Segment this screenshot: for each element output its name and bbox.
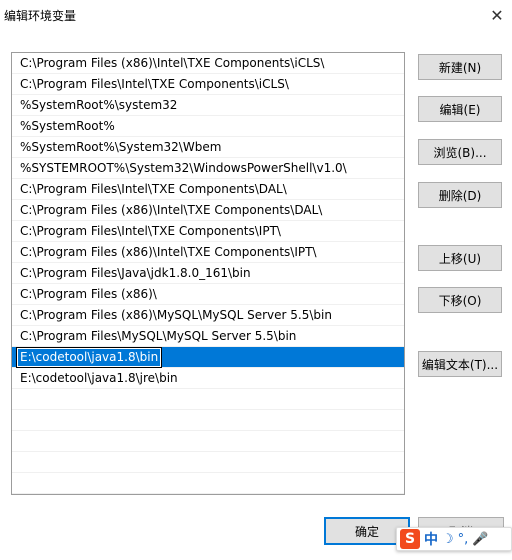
path-list-item[interactable]: E:\codetool\java1.8\jre\bin [12,368,404,389]
path-list-item[interactable]: C:\Program Files\MySQL\MySQL Server 5.5\… [12,326,404,347]
path-list-item[interactable]: %SystemRoot%\System32\Wbem [12,137,404,158]
path-text: C:\Program Files\Intel\TXE Components\DA… [20,182,287,196]
path-list-item[interactable]: C:\Program Files (x86)\MySQL\MySQL Serve… [12,305,404,326]
path-list-item[interactable]: %SYSTEMROOT%\System32\WindowsPowerShell\… [12,158,404,179]
empty-list-row [12,410,404,431]
path-list[interactable]: C:\Program Files (x86)\Intel\TXE Compone… [11,52,405,495]
path-list-item[interactable]: %SystemRoot%\system32 [12,95,404,116]
path-list-item[interactable]: C:\Program Files\Java\jdk1.8.0_161\bin [12,263,404,284]
browse-button[interactable]: 浏览(B)... [418,139,502,165]
path-text: C:\Program Files (x86)\Intel\TXE Compone… [20,245,317,259]
path-text: %SystemRoot%\system32 [20,98,178,112]
microphone-icon[interactable]: 🎤 [472,532,488,547]
new-button[interactable]: 新建(N) [418,54,502,80]
path-list-item-selected[interactable]: E:\codetool\java1.8\bin [12,347,404,368]
path-text: C:\Program Files (x86)\Intel\TXE Compone… [20,203,323,217]
path-list-item[interactable]: C:\Program Files (x86)\Intel\TXE Compone… [12,200,404,221]
path-text: C:\Program Files\Java\jdk1.8.0_161\bin [20,266,251,280]
path-list-item[interactable]: C:\Program Files (x86)\Intel\TXE Compone… [12,242,404,263]
punctuation-icon[interactable]: °, [458,532,469,547]
path-edit-field[interactable]: E:\codetool\java1.8\bin [15,347,163,368]
path-list-item[interactable]: C:\Program Files (x86)\Intel\TXE Compone… [12,53,404,74]
path-list-item[interactable]: C:\Program Files\Intel\TXE Components\DA… [12,179,404,200]
empty-list-row [12,431,404,452]
window-title: 编辑环境变量 [4,9,77,23]
empty-list-row [12,473,404,494]
close-button[interactable]: ✕ [482,0,512,30]
path-text: %SystemRoot% [20,119,115,133]
path-list-item[interactable]: %SystemRoot% [12,116,404,137]
path-text: %SYSTEMROOT%\System32\WindowsPowerShell\… [20,161,347,175]
path-list-item[interactable]: C:\Program Files\Intel\TXE Components\IP… [12,221,404,242]
path-text: C:\Program Files\Intel\TXE Components\IP… [20,224,281,238]
path-text: C:\Program Files (x86)\MySQL\MySQL Serve… [20,308,332,322]
edit-text-button[interactable]: 编辑文本(T)... [418,351,502,377]
title-bar: 编辑环境变量 ✕ [0,0,512,30]
path-list-item[interactable]: C:\Program Files (x86)\ [12,284,404,305]
move-up-button[interactable]: 上移(U) [418,245,502,271]
path-text: C:\Program Files (x86)\ [20,287,157,301]
moon-icon[interactable]: ☽ [442,532,454,547]
ime-toolbar[interactable]: S 中 ☽ °, 🎤 [396,527,512,551]
path-text: E:\codetool\java1.8\jre\bin [20,371,178,385]
close-icon: ✕ [490,5,504,25]
path-list-item[interactable]: C:\Program Files\Intel\TXE Components\iC… [12,74,404,95]
sogou-logo-icon[interactable]: S [400,529,420,549]
edit-button[interactable]: 编辑(E) [418,96,502,122]
delete-button[interactable]: 删除(D) [418,182,502,208]
empty-list-row [12,452,404,473]
empty-list-row [12,389,404,410]
ime-language-toggle[interactable]: 中 [424,529,438,549]
path-text: C:\Program Files\MySQL\MySQL Server 5.5\… [20,329,297,343]
path-text: C:\Program Files (x86)\Intel\TXE Compone… [20,56,325,70]
path-text: C:\Program Files\Intel\TXE Components\iC… [20,77,289,91]
move-down-button[interactable]: 下移(O) [418,287,502,313]
path-text: %SystemRoot%\System32\Wbem [20,140,222,154]
